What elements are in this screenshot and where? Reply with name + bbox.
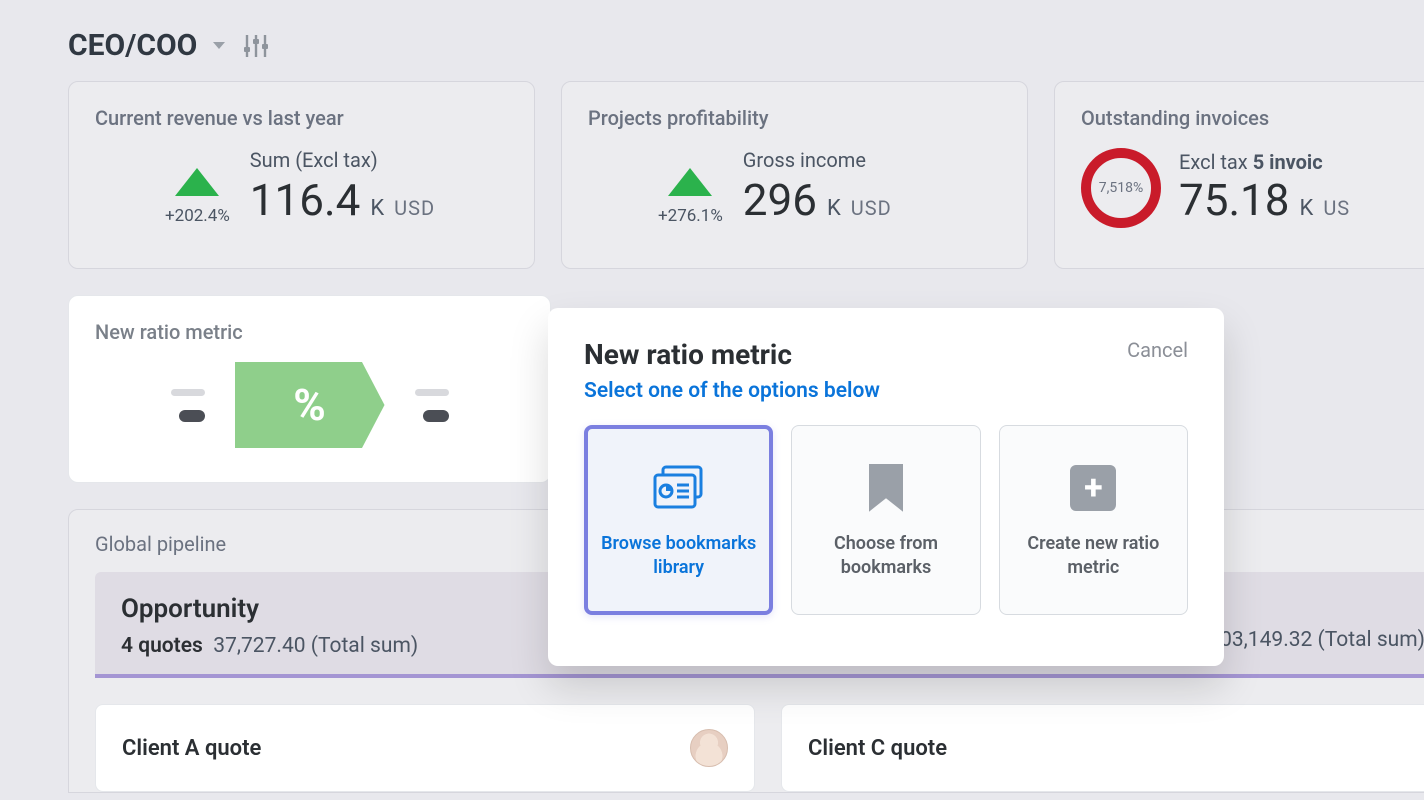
option-create-new[interactable]: + Create new ratio metric	[999, 425, 1188, 615]
percent-badge-icon: %	[235, 362, 385, 448]
card-title: Projects profitability	[588, 106, 1001, 130]
metric-label: Excl tax 5 invoic	[1179, 150, 1350, 174]
modal-title: New ratio metric	[584, 338, 792, 371]
card-title: Current revenue vs last year	[95, 106, 508, 130]
title-dropdown[interactable]	[211, 40, 227, 52]
card-revenue[interactable]: Current revenue vs last year +202.4% Sum…	[68, 81, 535, 269]
trend-up-icon	[175, 168, 219, 196]
trend-up-icon	[668, 168, 712, 196]
modal-subtitle: Select one of the options below	[584, 379, 1188, 403]
metric-label: Sum (Excl tax)	[250, 148, 435, 172]
tile-title: New ratio metric	[95, 320, 524, 344]
option-label: Create new ratio metric	[1012, 532, 1175, 581]
trend-percent: +276.1%	[658, 206, 723, 226]
page-header: CEO/COO	[68, 28, 1424, 63]
option-label: Browse bookmarks library	[600, 532, 757, 581]
library-icon	[649, 460, 709, 516]
option-choose-bookmarks[interactable]: Choose from bookmarks	[791, 425, 980, 615]
sliders-icon[interactable]	[241, 33, 271, 59]
metric-value: 296 K USD	[743, 174, 892, 226]
metric-value: 116.4 K USD	[250, 174, 435, 226]
ring-chart: 7,518%	[1081, 148, 1161, 228]
tile-new-ratio[interactable]: New ratio metric %	[68, 295, 551, 483]
option-browse-library[interactable]: Browse bookmarks library	[584, 425, 773, 615]
quote-card-c[interactable]: Client C quote	[781, 704, 1424, 792]
trend-percent: +202.4%	[165, 206, 230, 226]
cancel-button[interactable]: Cancel	[1127, 338, 1188, 362]
card-invoices[interactable]: Outstanding invoices 7,518% Excl tax 5 i…	[1054, 81, 1424, 269]
modal-new-ratio: New ratio metric Cancel Select one of th…	[548, 308, 1224, 666]
quote-title: Client C quote	[808, 736, 947, 761]
card-title: Outstanding invoices	[1081, 106, 1407, 130]
metric-value: 75.18 K US	[1179, 174, 1350, 226]
avatar	[690, 729, 728, 767]
plus-icon: +	[1070, 460, 1116, 516]
ratio-illustration: %	[95, 362, 524, 448]
page-title: CEO/COO	[68, 28, 197, 63]
quote-title: Client A quote	[122, 736, 261, 761]
quote-card-a[interactable]: Client A quote	[95, 704, 755, 792]
card-profitability[interactable]: Projects profitability +276.1% Gross inc…	[561, 81, 1028, 269]
bookmark-icon	[869, 460, 903, 516]
option-label: Choose from bookmarks	[804, 532, 967, 581]
metric-label: Gross income	[743, 148, 892, 172]
